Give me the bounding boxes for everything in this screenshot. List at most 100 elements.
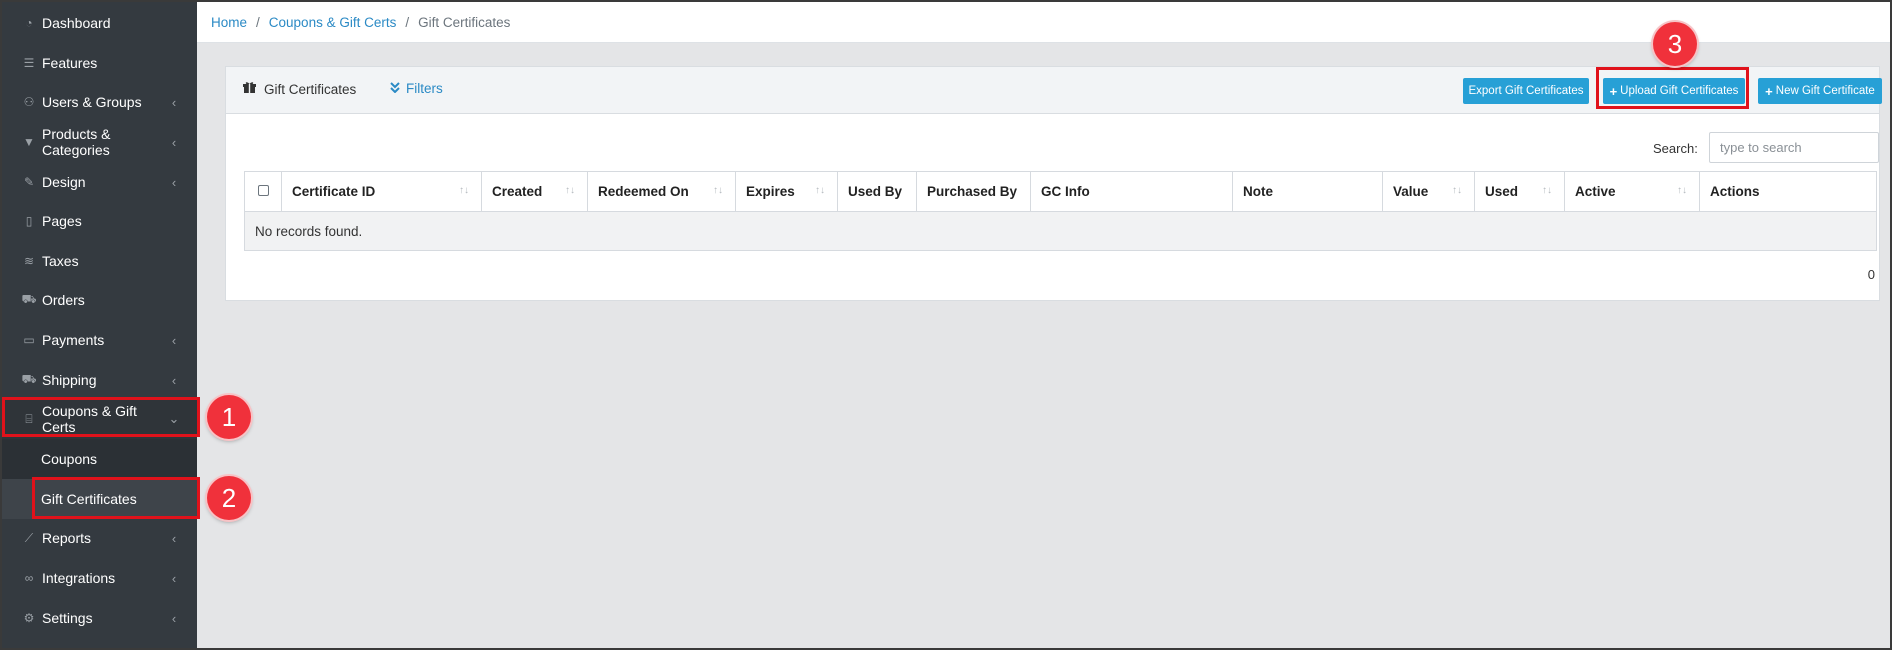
sidebar-item-coupons-gift-certs[interactable]: ⌸ Coupons & Gift Certs ⌄ [2,399,197,439]
export-gift-certificates-button[interactable]: Export Gift Certificates [1463,78,1589,104]
chart-icon: ⟋ [24,530,34,545]
sidebar-item-label: Integrations [42,570,116,586]
sort-icon: ↑↓ [713,185,723,196]
sidebar: ◔ Dashboard ☰ Features ⚇ Users & Groups … [2,2,197,648]
new-button-label: New Gift Certificate [1775,85,1875,97]
card-header: Gift Certificates Filters Export Gift Ce… [226,67,1882,114]
sidebar-item-dashboard[interactable]: ◔ Dashboard [2,3,197,43]
col-active[interactable]: Active ↑↓ [1564,171,1700,212]
gift-certificates-table: Certificate ID ↑↓ Created ↑↓ Redeemed On ↑↓… [244,171,1877,251]
breadcrumb-home-link[interactable]: Home [211,15,247,30]
filters-toggle[interactable]: Filters [390,81,443,96]
annotation-badge-1: 1 [207,395,251,439]
sidebar-item-settings[interactable]: ⚙ Settings ‹ [2,598,197,638]
sidebar-item-label: Coupons & Gift Certs [42,403,137,435]
sidebar-item-payments[interactable]: ▭ Payments ‹ [2,320,197,360]
chevron-left-icon: ‹ [171,134,177,150]
sort-icon: ↑↓ [565,185,575,196]
sidebar-item-integrations[interactable]: ∞ Integrations ‹ [2,558,197,598]
sidebar-item-label: Dashboard [42,15,111,31]
sidebar-item-label: Reports [42,530,92,546]
breadcrumb-separator: / [256,14,260,30]
chevron-left-icon: ‹ [171,332,177,348]
filters-label: Filters [406,81,443,96]
upload-gift-certificates-button[interactable]: + Upload Gift Certificates [1603,78,1745,104]
page-icon: ▯ [25,214,33,228]
gear-icon: ⚙ [23,611,35,625]
gift-certificates-card: Gift Certificates Filters Export Gift Ce… [225,66,1882,301]
sidebar-item-label: Gift Certificates [41,491,137,507]
sidebar-item-shipping[interactable]: ⛟ Shipping ‹ [2,360,197,400]
col-note: Note [1232,171,1383,212]
col-purchased-by: Purchased By [916,171,1031,212]
sidebar-item-label: Payments [42,332,105,348]
col-gc-info: GC Info [1030,171,1233,212]
chevron-left-icon: ‹ [171,610,177,626]
sidebar-item-label: Orders [42,292,85,308]
sidebar-item-label: Features [42,55,98,71]
sidebar-item-label: Pages [42,213,82,229]
gift-icon [243,81,256,97]
col-created[interactable]: Created ↑↓ [481,171,588,212]
chevron-left-icon: ‹ [171,174,177,190]
empty-message: No records found. [244,211,1877,251]
col-redeemed-on[interactable]: Redeemed On ↑↓ [587,171,736,212]
breadcrumb: Home / Coupons & Gift Certs / Gift Certi… [197,2,1890,43]
sidebar-item-features[interactable]: ☰ Features [2,43,197,83]
shirt-icon: ▼ [23,135,35,149]
double-chevron-down-icon [390,81,400,96]
sidebar-item-label: Users & Groups [42,94,142,110]
credit-card-icon: ▭ [23,333,35,347]
chevron-down-icon: ⌄ [168,411,180,426]
sidebar-item-reports[interactable]: ⟋ Reports ‹ [2,518,197,558]
link-icon: ∞ [24,571,34,585]
sidebar-item-pages[interactable]: ▯ Pages [2,201,197,241]
sidebar-item-taxes[interactable]: ≋ Taxes [2,241,197,281]
sidebar-item-label: Settings [42,610,93,626]
sidebar-subitem-coupons[interactable]: Coupons [2,439,197,479]
breadcrumb-coupons-link[interactable]: Coupons & Gift Certs [269,15,397,30]
annotation-badge-2: 2 [207,476,251,520]
sidebar-item-label: Products & Categories [42,126,111,158]
sidebar-item-users-groups[interactable]: ⚇ Users & Groups ‹ [2,82,197,122]
sort-icon: ↑↓ [1677,185,1687,196]
annotation-badge-3: 3 [1653,22,1697,66]
breadcrumb-separator: / [405,14,410,30]
gift-icon: ⌸ [25,411,33,426]
dashboard-icon: ◔ [25,16,33,30]
select-all-checkbox[interactable] [257,185,269,196]
sidebar-item-label: Taxes [42,253,79,269]
col-certificate-id[interactable]: Certificate ID ↑↓ [281,171,482,212]
chevron-left-icon: ‹ [171,530,177,546]
plus-icon: + [1609,83,1618,99]
new-gift-certificate-button[interactable]: + New Gift Certificate [1758,78,1882,104]
sort-icon: ↑↓ [815,185,825,196]
col-expires[interactable]: Expires ↑↓ [735,171,838,212]
search-input[interactable] [1709,132,1879,163]
select-all-header [244,171,282,212]
col-value[interactable]: Value ↑↓ [1382,171,1475,212]
sidebar-item-design[interactable]: ✎ Design ‹ [2,162,197,202]
sidebar-item-orders[interactable]: ⛟ Orders [2,280,197,320]
chevron-left-icon: ‹ [171,94,177,110]
chevron-left-icon: ‹ [171,570,177,586]
sidebar-item-label: Design [42,174,86,190]
sidebar-item-label: Shipping [42,372,97,388]
record-count: 0 [1867,267,1875,282]
card-title: Gift Certificates [243,81,356,97]
sidebar-subitem-gift-certificates[interactable]: Gift Certificates [2,479,197,519]
plus-icon: + [1765,83,1773,99]
col-used-by: Used By [837,171,917,212]
app-frame: ◔ Dashboard ☰ Features ⚇ Users & Groups … [0,0,1892,650]
table-header-row: Certificate ID ↑↓ Created ↑↓ Redeemed On ↑↓… [244,171,1877,212]
coins-icon: ≋ [23,254,35,268]
brush-icon: ✎ [23,175,35,189]
sort-icon: ↑↓ [459,185,469,196]
upload-button-label: Upload Gift Certificates [1620,85,1739,97]
sidebar-item-label: Coupons [41,451,98,467]
table-row: No records found. [244,211,1877,251]
list-icon: ☰ [23,56,35,70]
col-used[interactable]: Used ↑↓ [1474,171,1565,212]
col-actions: Actions [1699,171,1877,212]
sidebar-item-products-categories[interactable]: ▼ Products & Categories ‹ [2,122,197,162]
